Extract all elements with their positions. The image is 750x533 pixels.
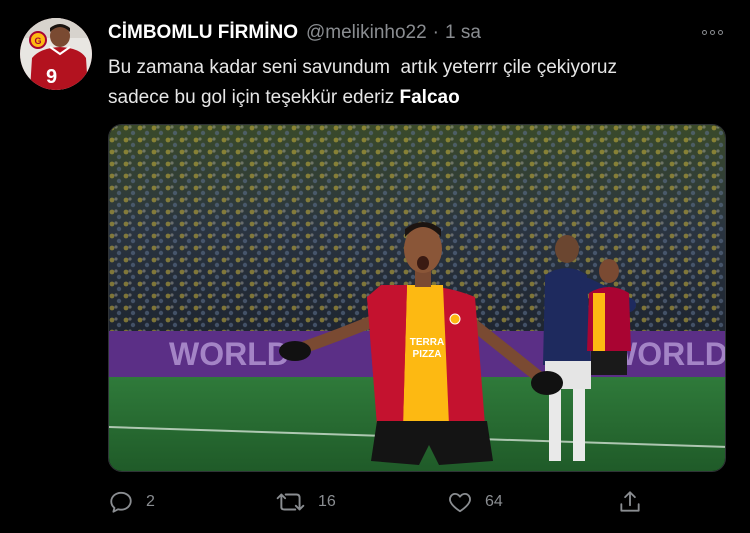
retweet-button[interactable]: 16 (276, 484, 336, 520)
user-handle[interactable]: @melikinho22 (306, 22, 427, 44)
display-name[interactable]: CİMBOMLU FİRMİNO (108, 22, 298, 44)
separator-dot: · (432, 22, 439, 43)
shirt-sponsor-line2: PIZZA (413, 349, 442, 360)
board-text-left: WORLD (169, 336, 290, 372)
timestamp[interactable]: 1 sa (445, 22, 481, 44)
tweet-text-line-2: sadece bu gol için teşekkür ederiz Falca… (108, 83, 728, 113)
retweet-count: 16 (318, 493, 336, 510)
share-button[interactable] (617, 484, 643, 520)
tweet-actions: 2 16 64 (0, 484, 750, 520)
retweet-icon (276, 493, 305, 511)
reply-button[interactable]: 2 (108, 484, 155, 520)
avatar-jersey-number: 9 (46, 66, 57, 88)
svg-text:G: G (34, 36, 41, 46)
more-icon[interactable] (697, 22, 727, 42)
reply-count: 2 (146, 493, 155, 510)
shirt-sponsor-line1: TERRA (410, 337, 444, 348)
avatar-image: G 9 (20, 18, 92, 90)
football-celebration-image: WORLD WORLD TERRA PIZZA (109, 125, 725, 471)
like-icon (449, 492, 471, 513)
tweet-header: CİMBOMLU FİRMİNO @melikinho22 · 1 sa (108, 21, 481, 45)
tweet: G 9 CİMBOMLU FİRMİNO @melikinho22 · 1 sa… (0, 0, 750, 533)
reply-icon (110, 491, 132, 513)
like-count: 64 (485, 493, 503, 510)
tweet-text: Bu zamana kadar seni savundum artık yete… (108, 53, 728, 113)
more-dot (701, 29, 707, 35)
tweet-text-line-2-plain: sadece bu gol için teşekkür ederiz (108, 87, 400, 108)
avatar[interactable]: G 9 (20, 18, 92, 90)
tweet-text-bold-name: Falcao (399, 87, 460, 108)
more-dot (717, 29, 723, 35)
like-button[interactable]: 64 (447, 484, 503, 520)
more-dot (709, 29, 715, 35)
tweet-text-line-1: Bu zamana kadar seni savundum artık yete… (108, 57, 617, 78)
tweet-photo[interactable]: WORLD WORLD TERRA PIZZA (108, 124, 726, 472)
share-icon (620, 491, 640, 512)
